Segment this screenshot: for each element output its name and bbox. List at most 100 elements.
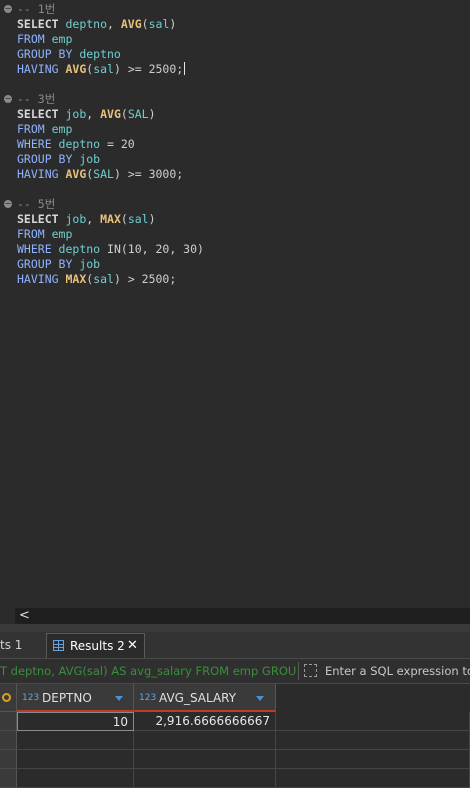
table-cell[interactable] [276,731,470,750]
code-token: FROM [17,122,52,136]
grid-corner[interactable] [0,684,17,712]
code-token: ) [148,212,156,226]
code-token: deptno [79,47,121,61]
code-token: ) > 2500; [113,272,177,286]
code-line: FROM emp [17,227,72,242]
table-cell[interactable] [276,712,470,731]
sort-icon[interactable] [115,696,123,701]
code-token: AVG [100,107,121,121]
row-header[interactable] [0,712,17,731]
code-line: WHERE deptno = 20 [17,137,135,152]
table-cell[interactable] [276,750,470,769]
code-token: MAX [65,272,87,286]
sort-icon[interactable] [256,696,264,701]
numeric-type-icon: 123 [139,693,157,703]
code-token: IN(10, 20, 30) [100,242,204,256]
code-token: ( [120,107,128,121]
code-token: GROUP BY [17,257,80,271]
code-token: deptno [58,137,101,151]
code-token: deptno [65,17,108,31]
code-token: , [86,107,101,121]
code-token: ( [141,17,149,31]
code-token: job [79,257,101,271]
table-cell[interactable] [17,750,134,769]
column-header-avg-salary[interactable]: 123 AVG_SALARY [134,684,276,712]
code-token: SELECT [17,17,66,31]
code-token: job [65,107,87,121]
record-mode-icon [2,693,11,702]
code-token: AVG [65,167,87,181]
table-cell[interactable] [134,769,276,788]
query-text: T deptno, AVG(sal) AS avg_salary FROM em… [0,664,296,678]
fold-toggle-icon[interactable]: − [4,5,12,13]
code-token: , [86,212,101,226]
code-line: GROUP BY job [17,257,100,272]
code-token: MAX [100,212,121,226]
code-token: emp [51,227,73,241]
code-token: job [65,212,87,226]
table-cell[interactable] [276,769,470,788]
code-token: emp [51,122,73,136]
tab-results-1[interactable]: ts 1 [0,633,42,657]
code-token: FROM [17,32,52,46]
code-token: emp [51,32,73,46]
code-token: job [79,152,101,166]
code-token: sal [127,212,149,226]
code-comment: -- 5번 [17,197,56,211]
code-token: SAL [127,107,149,121]
code-token: deptno [58,242,101,256]
code-line: HAVING MAX(sal) > 2500; [17,272,176,287]
code-line: HAVING AVG(SAL) >= 3000; [17,167,183,182]
row-header[interactable] [0,750,17,769]
fold-toggle-icon[interactable]: − [4,95,12,103]
table-cell[interactable]: 2,916.6666666667 [134,712,276,731]
fold-toggle-icon[interactable]: − [4,200,12,208]
code-token: HAVING [17,272,66,286]
code-line: GROUP BY deptno [17,47,121,62]
tab-results-2[interactable]: Results 2 ✕ [46,633,145,658]
code-token: AVG [120,17,142,31]
column-header-deptno[interactable]: 123 DEPTNO [17,684,134,712]
column-header-label: AVG_SALARY [159,691,237,705]
code-line: WHERE deptno IN(10, 20, 30) [17,242,204,257]
code-token: HAVING [17,167,66,181]
code-token: SELECT [17,107,66,121]
code-token: SELECT [17,212,66,226]
text-caret [184,62,186,75]
table-cell[interactable] [17,769,134,788]
numeric-type-icon: 123 [22,693,40,703]
results-grid: 123 DEPTNO 123 AVG_SALARY 10 2,916.666666… [0,684,470,788]
close-icon[interactable]: ✕ [127,634,138,658]
results-tab-bar: ts 1 Results 2 ✕ [0,632,470,659]
table-cell[interactable]: 10 [17,712,134,731]
code-comment: -- 3번 [17,92,56,106]
code-line: FROM emp [17,32,72,47]
code-token: WHERE [17,242,59,256]
horizontal-scrollbar[interactable]: < [15,608,470,624]
filter-input[interactable]: Enter a SQL expression to fil [325,659,470,683]
code-token: GROUP BY [17,152,80,166]
code-token: HAVING [17,62,66,76]
code-line: SELECT job, MAX(sal) [17,212,156,227]
filter-expand-icon[interactable] [304,664,317,677]
code-line: SELECT job, AVG(SAL) [17,107,156,122]
code-line: FROM emp [17,122,72,137]
code-comment: -- 1번 [17,2,56,16]
table-cell[interactable] [134,750,276,769]
code-token: sal [93,62,114,76]
code-line: SELECT deptno, AVG(sal) [17,17,176,32]
row-header[interactable] [0,731,17,750]
code-token: ) >= 2500; [113,62,184,76]
panel-divider [0,624,470,632]
code-token: AVG [65,62,87,76]
table-cell[interactable] [134,731,276,750]
code-token: GROUP BY [17,47,80,61]
code-token: ) >= 3000; [113,167,184,181]
table-cell[interactable] [17,731,134,750]
scroll-left-arrow-icon[interactable]: < [19,608,30,624]
filter-bar: T deptno, AVG(sal) AS avg_salary FROM em… [0,659,470,684]
code-token: sal [148,17,170,31]
row-header[interactable] [0,769,17,788]
filter-divider [298,662,299,680]
sql-editor[interactable]: − -- 1번 SELECT deptno, AVG(sal) FROM emp GRO… [0,0,470,608]
